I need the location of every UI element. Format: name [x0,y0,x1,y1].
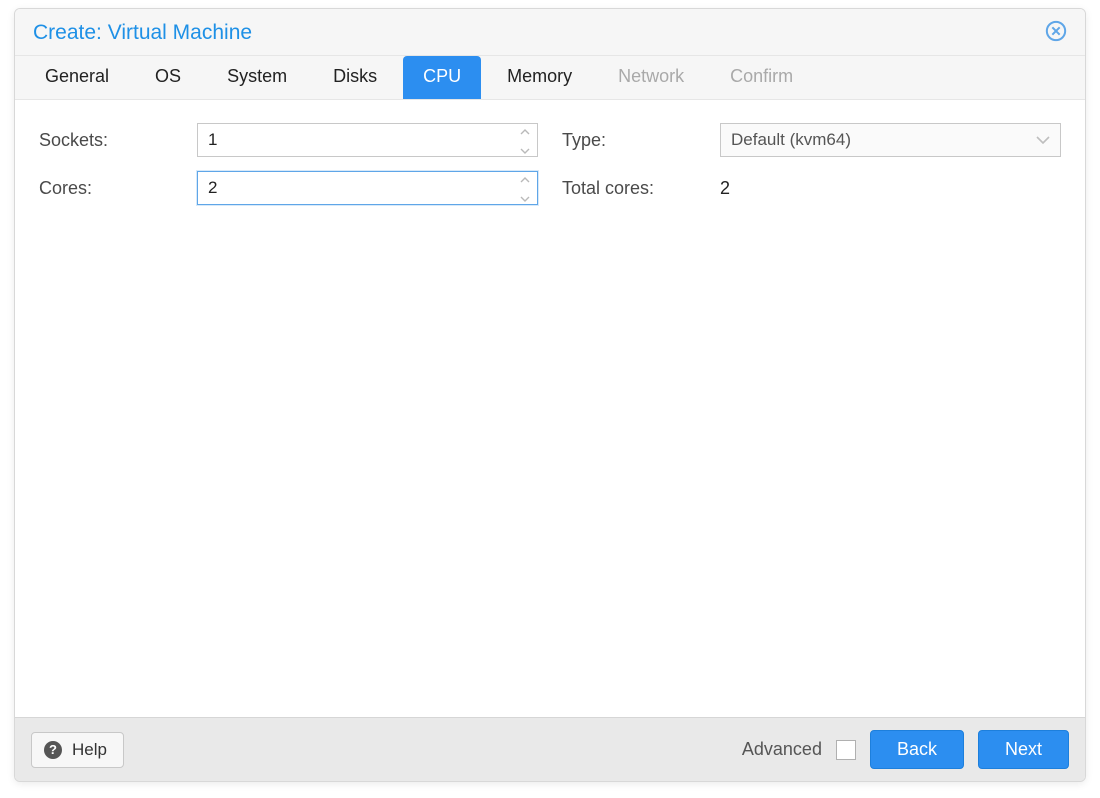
cores-input[interactable] [198,172,513,204]
cores-row: Cores: [39,170,538,206]
sockets-spinner[interactable] [197,123,538,157]
close-button[interactable] [1045,22,1067,44]
back-button[interactable]: Back [870,730,964,769]
wizard-tabbar: General OS System Disks CPU Memory Netwo… [15,56,1085,100]
tab-system[interactable]: System [207,56,307,99]
cores-stepper [513,172,537,204]
help-icon: ? [44,741,62,759]
tab-disks[interactable]: Disks [313,56,397,99]
right-column: Type: Default (kvm64) Total cores: 2 [562,122,1061,695]
tab-memory[interactable]: Memory [487,56,592,99]
sockets-input[interactable] [198,124,513,156]
create-vm-dialog: Create: Virtual Machine General OS Syste… [14,8,1086,782]
total-cores-value: 2 [720,178,730,199]
sockets-row: Sockets: [39,122,538,158]
left-column: Sockets: Cores: [39,122,538,695]
type-combo[interactable]: Default (kvm64) [720,123,1061,157]
chevron-down-icon[interactable] [520,141,530,159]
tab-os[interactable]: OS [135,56,201,99]
sockets-label: Sockets: [39,130,197,151]
chevron-down-icon[interactable] [520,189,530,207]
footer-right: Advanced Back Next [742,730,1069,769]
tab-general[interactable]: General [25,56,129,99]
type-row: Type: Default (kvm64) [562,122,1061,158]
total-cores-label: Total cores: [562,178,720,199]
chevron-down-icon [1036,131,1050,149]
cores-label: Cores: [39,178,197,199]
advanced-label: Advanced [742,739,822,760]
next-button[interactable]: Next [978,730,1069,769]
help-label: Help [72,740,107,760]
advanced-checkbox[interactable] [836,740,856,760]
chevron-up-icon[interactable] [520,122,530,140]
chevron-up-icon[interactable] [520,170,530,188]
dialog-titlebar: Create: Virtual Machine [15,9,1085,56]
tab-cpu[interactable]: CPU [403,56,481,99]
sockets-stepper [513,124,537,156]
help-button[interactable]: ? Help [31,732,124,768]
form-content: Sockets: Cores: [15,100,1085,717]
tab-network: Network [598,56,704,99]
type-label: Type: [562,130,720,151]
total-cores-row: Total cores: 2 [562,170,1061,206]
cores-spinner[interactable] [197,171,538,205]
type-value: Default (kvm64) [731,130,1036,150]
dialog-footer: ? Help Advanced Back Next [15,717,1085,781]
dialog-title: Create: Virtual Machine [33,21,252,45]
tab-confirm: Confirm [710,56,813,99]
close-icon [1045,20,1067,47]
